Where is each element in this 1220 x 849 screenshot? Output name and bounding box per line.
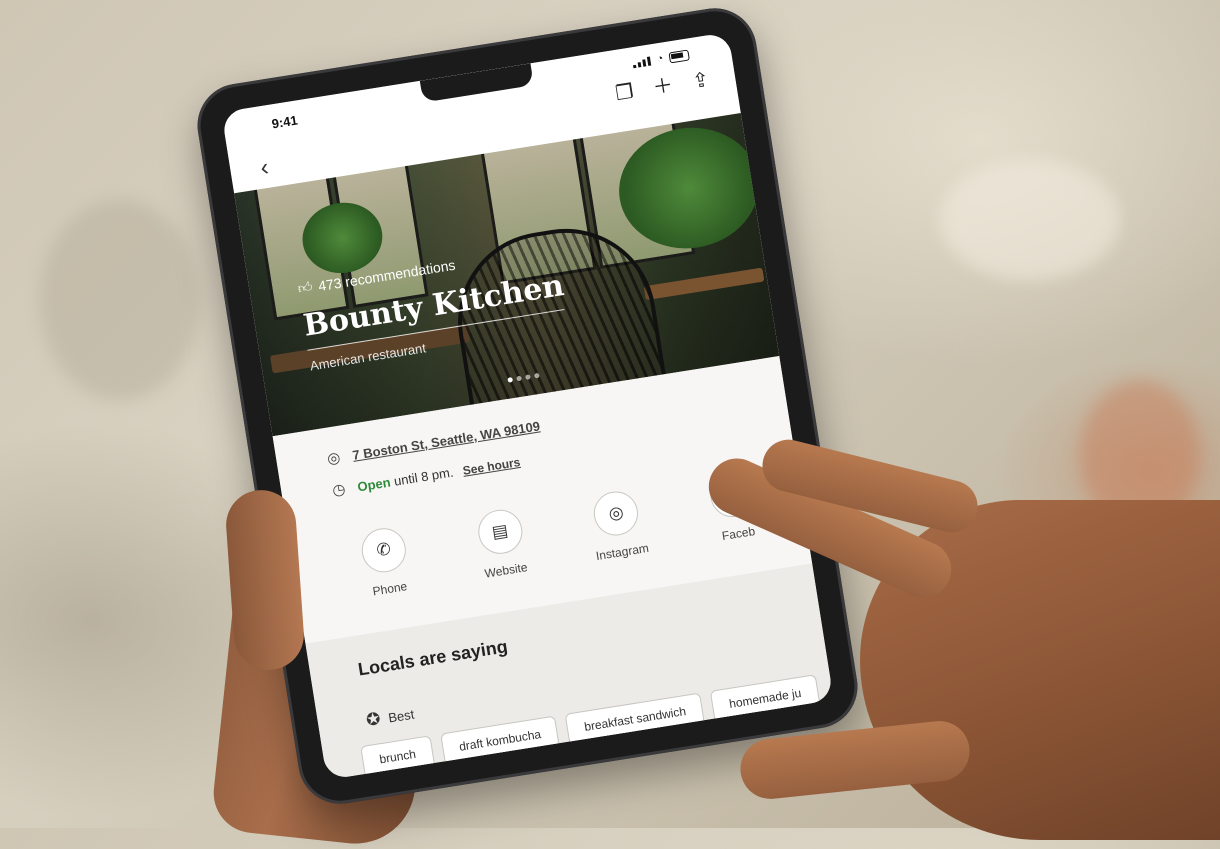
left-thumb: [223, 487, 307, 673]
status-icons: ◔: [632, 48, 690, 69]
carousel-dot[interactable]: [515, 375, 522, 382]
carousel-dot[interactable]: [524, 374, 531, 381]
wall-stain: [40, 200, 200, 400]
instagram-icon: ◎: [591, 488, 642, 539]
chip[interactable]: breakfast sandwich: [565, 692, 706, 746]
signal-icon: [632, 56, 652, 69]
table: [643, 267, 765, 301]
share-icon[interactable]: ⇪: [691, 69, 711, 93]
website-button[interactable]: ▤ Website: [453, 503, 551, 584]
chip[interactable]: draft kombucha: [439, 715, 561, 766]
phone-icon: ✆: [358, 525, 409, 576]
bookmark-icon[interactable]: ❐: [614, 81, 635, 106]
thumbs-up-icon: 👍︎: [296, 278, 314, 297]
website-icon: ▤: [474, 506, 526, 558]
location-pin-icon: ◎: [326, 449, 342, 468]
tablet-screen: 9:41 ◔ ❐ ＋ ⇪ ‹ 👍︎ 473 recommendations Bo…: [221, 32, 834, 780]
wall-stain: [940, 160, 1120, 280]
instagram-label: Instagram: [594, 540, 650, 564]
wifi-icon: ◔: [655, 52, 665, 66]
status-time: 9:41: [270, 112, 299, 132]
chip[interactable]: brunch: [360, 735, 436, 778]
plus-icon[interactable]: ＋: [651, 74, 674, 99]
battery-icon: [668, 48, 690, 63]
best-row: ✪ Best: [365, 704, 416, 731]
website-label: Website: [483, 560, 529, 581]
phone-label: Phone: [371, 579, 409, 599]
chip[interactable]: homemade ju: [709, 674, 821, 723]
chevron-left-icon[interactable]: ‹: [258, 154, 270, 183]
phone-button[interactable]: ✆ Phone: [337, 522, 435, 603]
hours-text: until 8 pm.: [392, 464, 455, 489]
instagram-button[interactable]: ◎ Instagram: [569, 485, 667, 566]
locals-heading: Locals are saying: [356, 636, 509, 680]
tablet-device: 9:41 ◔ ❐ ＋ ⇪ ‹ 👍︎ 473 recommendations Bo…: [191, 2, 864, 810]
carousel-dot[interactable]: [506, 377, 513, 383]
open-status: Open: [356, 473, 392, 494]
clock-icon: ◷: [331, 480, 347, 500]
medal-icon: ✪: [364, 708, 382, 730]
best-label: Best: [387, 706, 416, 726]
carousel-dot[interactable]: [533, 372, 540, 379]
see-hours-link[interactable]: See hours: [462, 454, 522, 477]
